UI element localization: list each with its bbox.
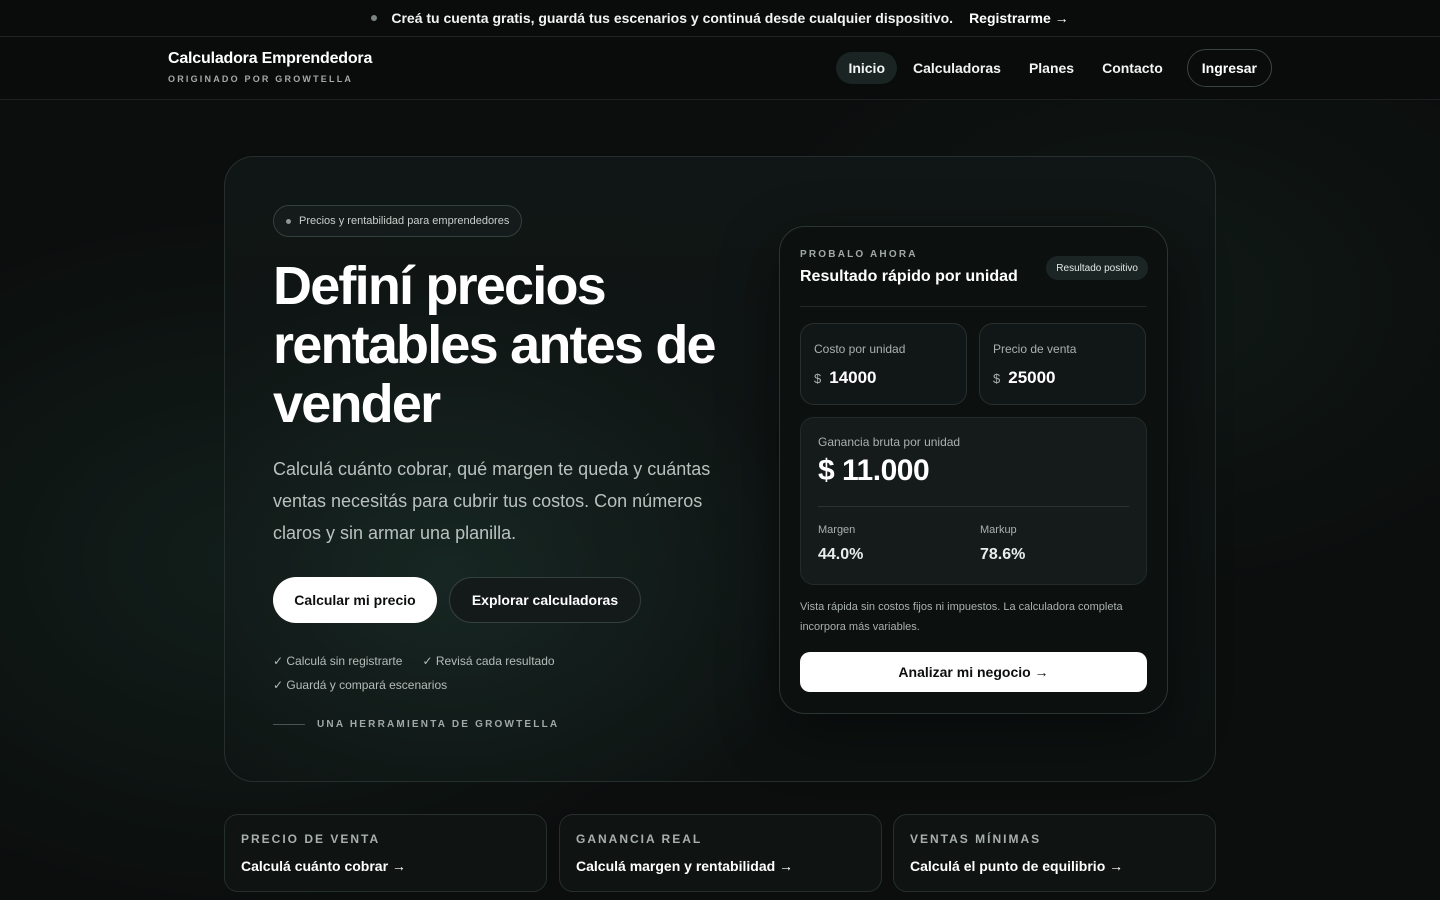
- markup-label: Markup: [980, 524, 1017, 536]
- bullet-icon: [371, 15, 378, 21]
- hero-description: Calculá cuánto cobrar, qué margen te que…: [273, 459, 711, 543]
- divider-line: [273, 724, 305, 725]
- status-badge: Resultado positivo: [1046, 256, 1148, 280]
- nav-item-contacto[interactable]: Contacto: [1090, 52, 1175, 84]
- field-value[interactable]: $ 25000: [993, 368, 1056, 388]
- nav-item-inicio[interactable]: Inicio: [836, 52, 897, 84]
- card-note: Vista rápida sin costos fijos ni impuest…: [800, 601, 1123, 633]
- hero-section: Precios y rentabilidad para emprendedore…: [224, 156, 1216, 782]
- markup-stat: Markup 78.6%: [980, 524, 1025, 564]
- explore-calculators-button[interactable]: Explorar calculadoras: [449, 577, 641, 623]
- field-label: Costo por unidad: [814, 342, 906, 356]
- main-nav: Inicio Calculadoras Planes Contacto Ingr…: [836, 49, 1272, 87]
- field-value[interactable]: $ 14000: [814, 368, 877, 388]
- analyze-business-button[interactable]: Analizar mi negocio →: [800, 652, 1147, 692]
- gross-profit-value: $ 11.000: [818, 454, 930, 487]
- tile-min-sales[interactable]: VENTAS MÍNIMAS Calculá el punto de equil…: [893, 814, 1216, 892]
- brand-name: Calculadora Emprendedora: [168, 50, 373, 67]
- cost-per-unit-field[interactable]: Costo por unidad $ 14000: [800, 323, 967, 405]
- calculate-price-button[interactable]: Calcular mi precio: [273, 577, 437, 623]
- check-item: ✓ Calculá sin registrarte: [273, 654, 403, 668]
- announcement-text: Creá tu cuenta gratis, guardá tus escena…: [391, 10, 954, 26]
- feature-checklist: ✓ Calculá sin registrarte ✓ Revisá cada …: [273, 649, 555, 697]
- hero-pill-text: Precios y rentabilidad para emprendedore…: [299, 215, 510, 227]
- hero-title: Definí precios rentables antes de vender: [273, 256, 717, 434]
- nav-item-planes[interactable]: Planes: [1017, 52, 1086, 84]
- result-label: Ganancia bruta por unidad: [818, 435, 961, 449]
- brand-subtitle: ORIGINADO POR GROWTELLA: [168, 74, 354, 84]
- markup-value: 78.6%: [980, 546, 1026, 563]
- currency-symbol: $: [993, 371, 1001, 386]
- check-item: ✓ Guardá y compará escenarios: [273, 678, 448, 692]
- quick-calculator-card: PROBALO AHORA Resultado rápido por unida…: [779, 226, 1168, 714]
- bullet-icon: [286, 218, 291, 224]
- hero-pill: Precios y rentabilidad para emprendedore…: [273, 205, 523, 237]
- margin-value: 44.0%: [818, 546, 864, 563]
- tile-eyebrow: GANANCIA REAL: [576, 832, 703, 846]
- site-header: Calculadora Emprendedora ORIGINADO POR G…: [0, 37, 1440, 100]
- tile-eyebrow: PRECIO DE VENTA: [241, 832, 381, 846]
- check-item: ✓ Revisá cada resultado: [422, 654, 555, 668]
- divider: [800, 306, 1147, 307]
- register-link[interactable]: Registrarme →: [969, 10, 1069, 26]
- sale-price-field[interactable]: Precio de venta $ 25000: [979, 323, 1146, 405]
- brand-logo[interactable]: Calculadora Emprendedora ORIGINADO POR G…: [168, 50, 372, 84]
- tile-real-profit[interactable]: GANANCIA REAL Calculá margen y rentabili…: [559, 814, 882, 892]
- tagline-text: UNA HERRAMIENTA DE GROWTELLA: [317, 719, 560, 730]
- currency-symbol: $: [814, 371, 822, 386]
- tile-eyebrow: VENTAS MÍNIMAS: [910, 832, 1042, 846]
- tile-title: Calculá margen y rentabilidad →: [576, 858, 794, 874]
- tile-title: Calculá el punto de equilibrio →: [910, 858, 1124, 874]
- field-label: Precio de venta: [993, 342, 1077, 356]
- announcement-bar: Creá tu cuenta gratis, guardá tus escena…: [0, 0, 1440, 37]
- price-input[interactable]: 25000: [1008, 368, 1055, 388]
- card-title: Resultado rápido por unidad: [800, 268, 1018, 285]
- divider: [818, 506, 1129, 507]
- tile-sale-price[interactable]: PRECIO DE VENTA Calculá cuánto cobrar →: [224, 814, 547, 892]
- tile-title: Calculá cuánto cobrar →: [241, 858, 406, 874]
- card-eyebrow: PROBALO AHORA: [800, 249, 918, 260]
- cost-input[interactable]: 14000: [829, 368, 876, 388]
- margin-stat: Margen 44.0%: [818, 524, 863, 564]
- result-panel: Ganancia bruta por unidad $ 11.000 Marge…: [800, 417, 1147, 585]
- nav-item-calculadoras[interactable]: Calculadoras: [901, 52, 1013, 84]
- login-button[interactable]: Ingresar: [1186, 49, 1272, 87]
- margin-label: Margen: [818, 524, 856, 536]
- tagline: UNA HERRAMIENTA DE GROWTELLA: [273, 719, 559, 730]
